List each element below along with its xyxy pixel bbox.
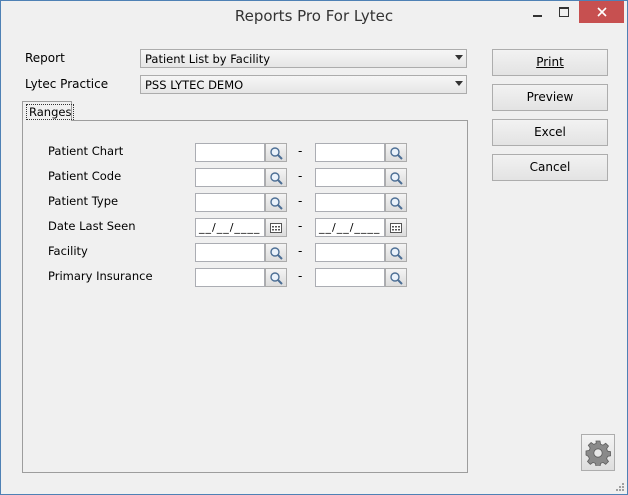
patient-chart-to-lookup-button[interactable] [385, 143, 407, 162]
date-last-seen-to-calendar-button[interactable] [385, 218, 407, 237]
label-primary-insurance: Primary Insurance [48, 269, 153, 283]
range-separator: - [298, 194, 303, 208]
range-separator: - [298, 144, 303, 158]
facility-from-lookup-button[interactable] [265, 243, 287, 262]
minimize-button[interactable] [522, 1, 552, 23]
resize-grip-icon[interactable] [614, 481, 624, 491]
magnifier-icon [389, 246, 403, 260]
close-button[interactable] [579, 1, 624, 23]
label-patient-code: Patient Code [48, 169, 122, 183]
patient-type-from-field[interactable] [195, 193, 265, 212]
main-window: Reports Pro For Lytec Report Patient Lis… [0, 0, 628, 495]
excel-button-label: Excel [534, 125, 566, 139]
calendar-icon [270, 222, 282, 233]
range-separator: - [298, 219, 303, 233]
magnifier-icon [389, 171, 403, 185]
practice-label: Lytec Practice [25, 77, 109, 91]
range-separator: - [298, 269, 303, 283]
patient-type-to-lookup-button[interactable] [385, 193, 407, 212]
patient-chart-to-field[interactable] [315, 143, 385, 162]
patient-type-from-lookup-button[interactable] [265, 193, 287, 212]
practice-select-value: PSS LYTEC DEMO [145, 78, 244, 92]
date-last-seen-from-calendar-button[interactable] [265, 218, 287, 237]
date-last-seen-from-field[interactable]: __/__/____ [195, 218, 265, 237]
label-facility: Facility [48, 244, 88, 258]
maximize-icon [559, 7, 569, 17]
facility-to-lookup-button[interactable] [385, 243, 407, 262]
facility-from-field[interactable] [195, 243, 265, 262]
primary-insurance-from-lookup-button[interactable] [265, 268, 287, 287]
range-separator: - [298, 169, 303, 183]
title-bar[interactable]: Reports Pro For Lytec [1, 1, 627, 32]
report-select[interactable]: Patient List by Facility [140, 49, 467, 68]
patient-chart-from-field[interactable] [195, 143, 265, 162]
label-patient-type: Patient Type [48, 194, 119, 208]
settings-button[interactable] [581, 434, 615, 471]
minimize-icon [532, 15, 542, 17]
magnifier-icon [269, 146, 283, 160]
patient-chart-from-lookup-button[interactable] [265, 143, 287, 162]
facility-to-field[interactable] [315, 243, 385, 262]
label-date-last-seen: Date Last Seen [48, 219, 136, 233]
preview-button-label: Preview [526, 90, 574, 104]
cancel-button-label: Cancel [529, 160, 571, 174]
print-button[interactable]: Print [492, 49, 608, 76]
cancel-button[interactable]: Cancel [492, 154, 608, 181]
patient-code-from-field[interactable] [195, 168, 265, 187]
magnifier-icon [389, 271, 403, 285]
range-separator: - [298, 244, 303, 258]
date-last-seen-to-field[interactable]: __/__/____ [315, 218, 385, 237]
report-label: Report [25, 51, 65, 65]
chevron-down-icon [455, 55, 463, 60]
magnifier-icon [269, 246, 283, 260]
magnifier-icon [269, 171, 283, 185]
patient-code-to-field[interactable] [315, 168, 385, 187]
chevron-down-icon [455, 81, 463, 86]
maximize-button[interactable] [549, 1, 579, 23]
label-patient-chart: Patient Chart [48, 144, 124, 158]
patient-code-from-lookup-button[interactable] [265, 168, 287, 187]
magnifier-icon [269, 196, 283, 210]
primary-insurance-to-field[interactable] [315, 268, 385, 287]
practice-select[interactable]: PSS LYTEC DEMO [140, 75, 467, 94]
gear-icon [585, 440, 611, 466]
close-icon [596, 7, 607, 17]
tab-ranges[interactable]: Ranges [22, 101, 75, 121]
calendar-icon [390, 222, 402, 233]
magnifier-icon [269, 271, 283, 285]
magnifier-icon [389, 146, 403, 160]
excel-button[interactable]: Excel [492, 119, 608, 146]
primary-insurance-from-field[interactable] [195, 268, 265, 287]
print-button-label: Print [536, 55, 564, 69]
primary-insurance-to-lookup-button[interactable] [385, 268, 407, 287]
report-select-value: Patient List by Facility [145, 52, 271, 66]
patient-type-to-field[interactable] [315, 193, 385, 212]
preview-button[interactable]: Preview [492, 84, 608, 111]
tab-ranges-label: Ranges [26, 104, 75, 120]
patient-code-to-lookup-button[interactable] [385, 168, 407, 187]
magnifier-icon [389, 196, 403, 210]
